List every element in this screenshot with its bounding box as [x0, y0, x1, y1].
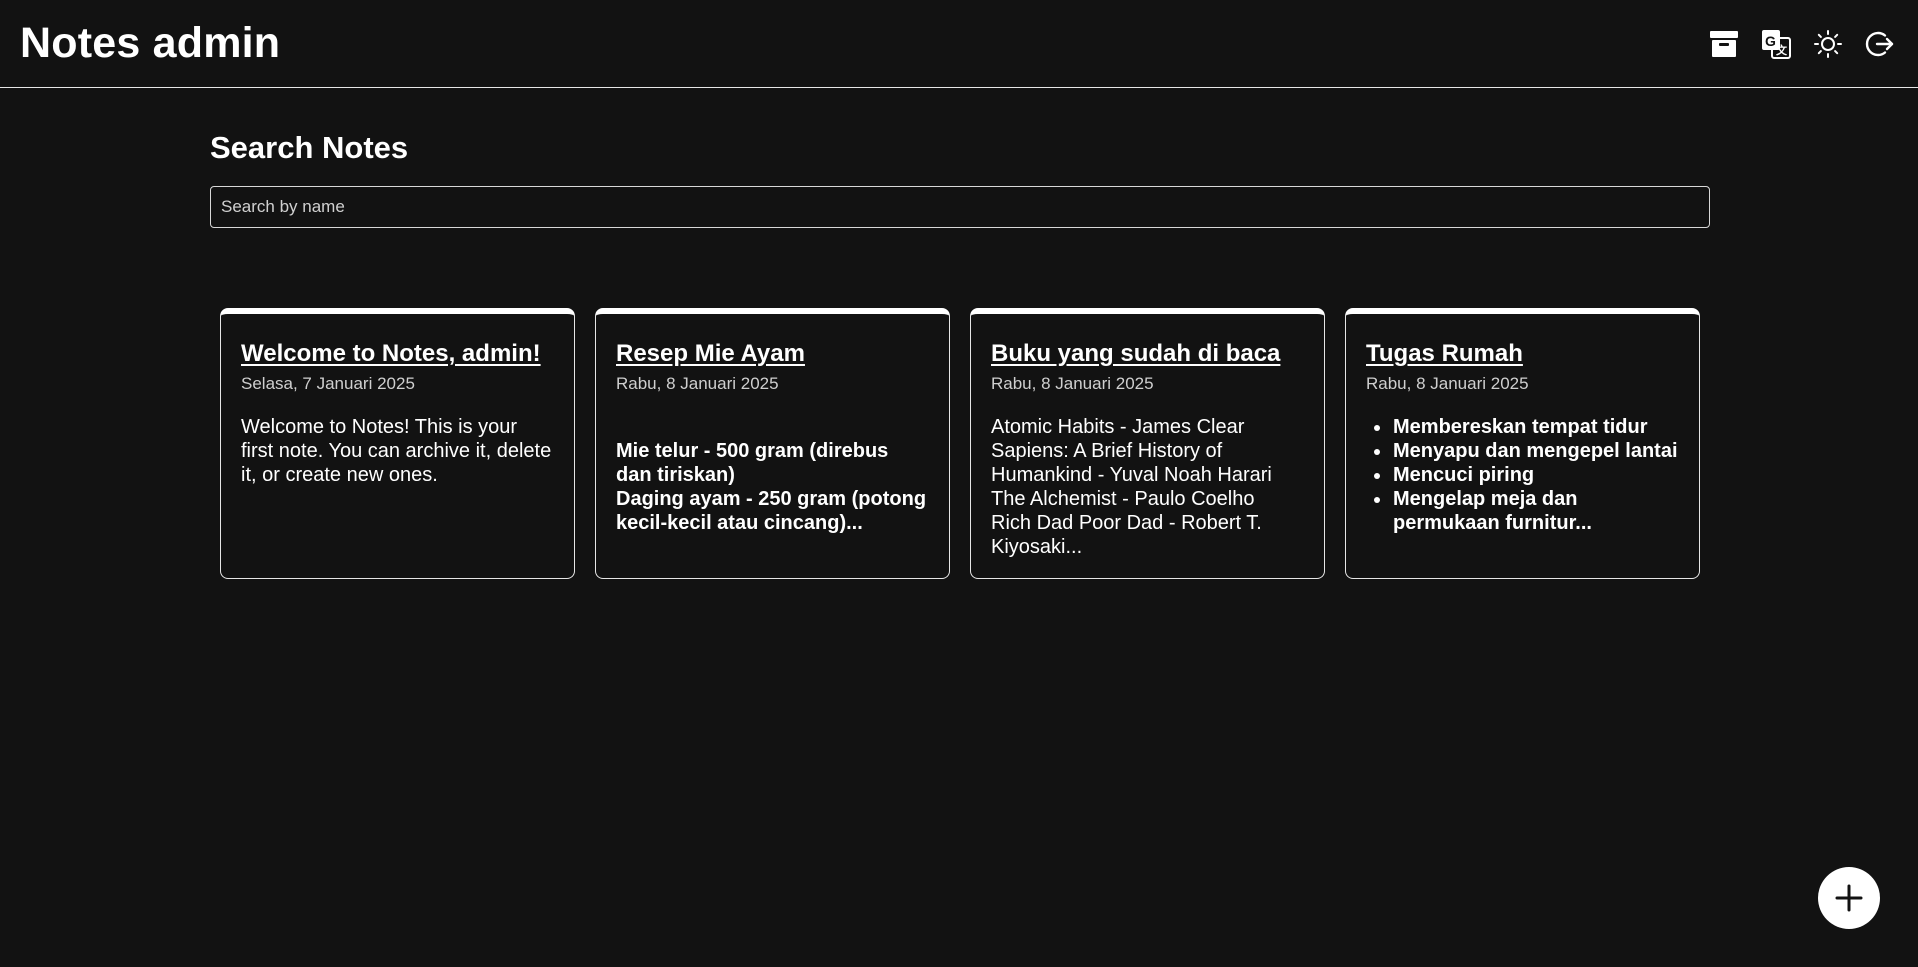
- svg-text:G: G: [1765, 33, 1776, 49]
- note-line: Atomic Habits - James Clear: [991, 416, 1245, 438]
- note-line: The Alchemist - Paulo Coelho: [991, 488, 1255, 510]
- note-title-link[interactable]: Welcome to Notes, admin!: [241, 339, 554, 369]
- add-note-button[interactable]: [1818, 867, 1880, 929]
- note-body: Atomic Habits - James Clear Sapiens: A B…: [991, 415, 1304, 559]
- note-title-link[interactable]: Buku yang sudah di baca: [991, 339, 1304, 369]
- search-heading: Search Notes: [210, 130, 409, 165]
- list-item: Mengelap meja dan permukaan furnitur...: [1392, 487, 1679, 535]
- note-title-link[interactable]: Resep Mie Ayam: [616, 339, 929, 369]
- note-date: Rabu, 8 Januari 2025: [1366, 374, 1529, 393]
- note-line: Rich Dad Poor Dad - Robert T. Kiyosaki..…: [991, 512, 1262, 558]
- note-title-link[interactable]: Tugas Rumah: [1366, 339, 1679, 369]
- note-line: Mie telur - 500 gram (direbus dan tirisk…: [616, 440, 889, 486]
- archive-button[interactable]: [1708, 28, 1740, 60]
- note-date: Rabu, 8 Januari 2025: [616, 374, 779, 393]
- list-item: Mencuci piring: [1392, 463, 1679, 487]
- notes-list: Welcome to Notes, admin! Selasa, 7 Janua…: [210, 308, 1710, 579]
- note-body: Welcome to Notes! This is your first not…: [241, 416, 552, 486]
- note-body: Membereskan tempat tidur Menyapu dan men…: [1366, 415, 1679, 535]
- note-card: Tugas Rumah Rabu, 8 Januari 2025 Membere…: [1345, 308, 1700, 579]
- svg-text:文: 文: [1776, 43, 1788, 57]
- main-content: Search Notes Welcome to Notes, admin! Se…: [210, 88, 1710, 579]
- note-line: Daging ayam - 250 gram (potong kecil-kec…: [616, 488, 927, 534]
- note-card: Buku yang sudah di baca Rabu, 8 Januari …: [970, 308, 1325, 579]
- list-item: Membereskan tempat tidur: [1392, 415, 1679, 439]
- archive-icon: [1710, 30, 1738, 57]
- note-body: Mie telur - 500 gram (direbus dan tirisk…: [616, 415, 929, 535]
- app-title: Notes admin: [20, 19, 281, 67]
- note-line: Sapiens: A Brief History of Humankind - …: [991, 440, 1272, 486]
- app-header: Notes admin G 文: [0, 0, 1918, 88]
- note-date: Selasa, 7 Januari 2025: [241, 374, 415, 393]
- translate-button[interactable]: G 文: [1760, 28, 1792, 60]
- plus-icon: [1835, 884, 1863, 912]
- note-date: Rabu, 8 Januari 2025: [991, 374, 1154, 393]
- logout-icon: [1865, 31, 1894, 56]
- note-bullet-list: Membereskan tempat tidur Menyapu dan men…: [1366, 415, 1679, 535]
- sun-icon: [1814, 29, 1842, 58]
- translate-icon: G 文: [1762, 29, 1791, 59]
- logout-button[interactable]: [1864, 28, 1896, 60]
- note-card: Resep Mie Ayam Rabu, 8 Januari 2025 Mie …: [595, 308, 950, 579]
- header-actions: G 文: [1708, 28, 1896, 60]
- theme-toggle-button[interactable]: [1812, 28, 1844, 60]
- note-card: Welcome to Notes, admin! Selasa, 7 Janua…: [220, 308, 575, 579]
- search-input[interactable]: [210, 186, 1710, 228]
- list-item: Menyapu dan mengepel lantai: [1392, 439, 1679, 463]
